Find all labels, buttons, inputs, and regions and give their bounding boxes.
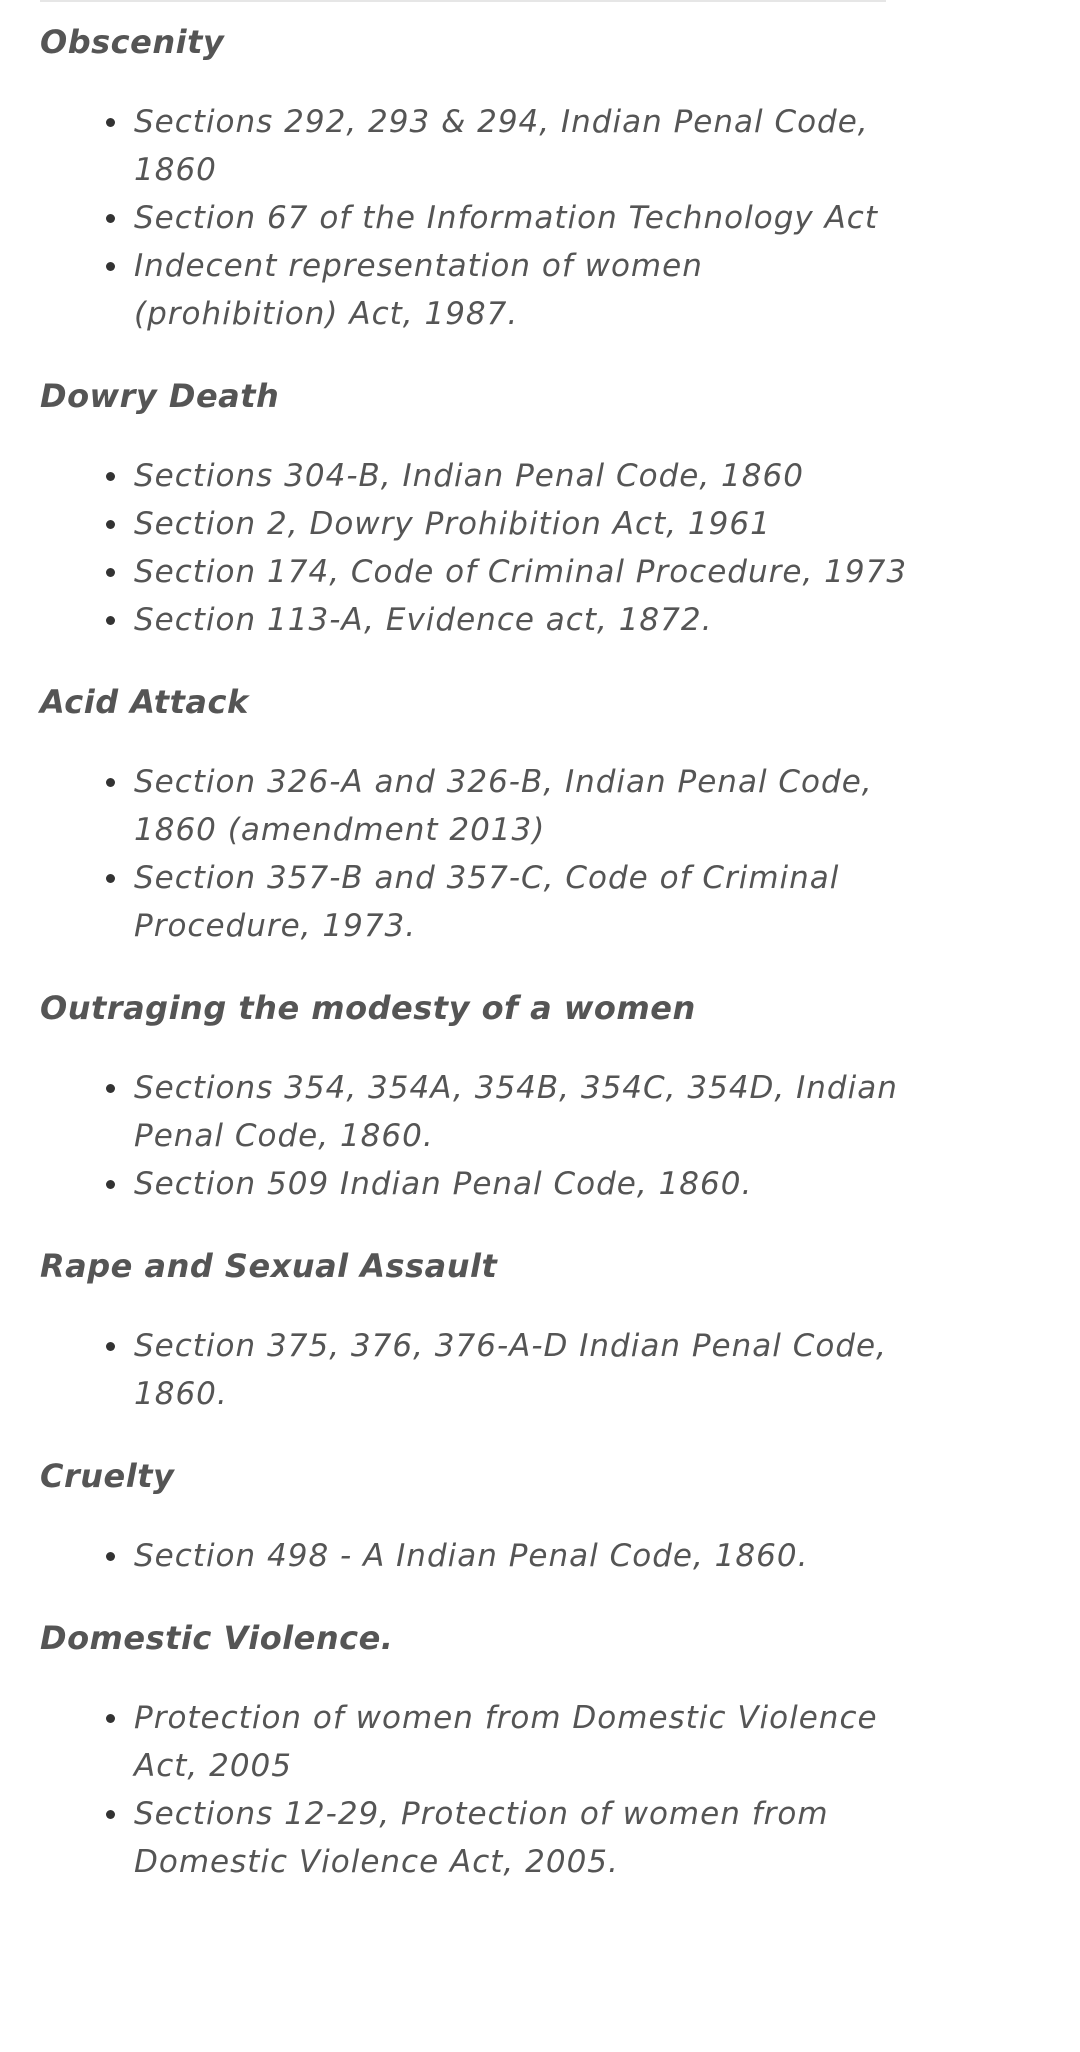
top-divider [40, 0, 886, 2]
section-heading: Dowry Death [40, 377, 280, 415]
section-heading: Cruelty [40, 1457, 175, 1495]
list-item: Section 509 Indian Penal Code, 1860. [106, 1160, 914, 1208]
law-list: Sections 292, 293 & 294, Indian Penal Co… [40, 98, 900, 338]
list-item: Sections 12-29, Protection of women from… [106, 1790, 914, 1886]
list-item: Section 498 - A Indian Penal Code, 1860. [106, 1532, 914, 1580]
list-item: Section 113-A, Evidence act, 1872. [106, 596, 914, 644]
section-heading: Outraging the modesty of a women [40, 989, 696, 1027]
list-item: Sections 354, 354A, 354B, 354C, 354D, In… [106, 1064, 914, 1160]
law-list: Section 498 - A Indian Penal Code, 1860. [40, 1532, 900, 1580]
list-item: Section 2, Dowry Prohibition Act, 1961 [106, 500, 914, 548]
law-list: Protection of women from Domestic Violen… [40, 1694, 900, 1886]
list-item: Section 174, Code of Criminal Procedure,… [106, 548, 914, 596]
list-item: Sections 292, 293 & 294, Indian Penal Co… [106, 98, 914, 194]
law-list: Section 375, 376, 376-A-D Indian Penal C… [40, 1322, 900, 1418]
section-cruelty: Cruelty Section 498 - A Indian Penal Cod… [40, 1454, 900, 1580]
law-list: Sections 304-B, Indian Penal Code, 1860 … [40, 452, 906, 644]
list-item: Section 357-B and 357-C, Code of Crimina… [106, 854, 914, 950]
law-list: Sections 354, 354A, 354B, 354C, 354D, In… [40, 1064, 900, 1208]
section-heading: Domestic Violence. [40, 1619, 394, 1657]
section-domestic-violence: Domestic Violence. Protection of women f… [40, 1616, 900, 1886]
section-acid-attack: Acid Attack Section 326-A and 326-B, Ind… [40, 680, 900, 950]
list-item: Protection of women from Domestic Violen… [106, 1694, 914, 1790]
section-dowry-death: Dowry Death Sections 304-B, Indian Penal… [40, 374, 906, 644]
section-heading: Rape and Sexual Assault [40, 1247, 498, 1285]
list-item: Sections 304-B, Indian Penal Code, 1860 [106, 452, 914, 500]
section-rape-sexual-assault: Rape and Sexual Assault Section 375, 376… [40, 1244, 900, 1418]
list-item: Section 326-A and 326-B, Indian Penal Co… [106, 758, 914, 854]
section-heading: Acid Attack [40, 683, 249, 721]
list-item: Section 375, 376, 376-A-D Indian Penal C… [106, 1322, 914, 1418]
section-heading: Obscenity [40, 23, 225, 61]
law-list: Section 326-A and 326-B, Indian Penal Co… [40, 758, 900, 950]
section-outraging-modesty: Outraging the modesty of a women Section… [40, 986, 900, 1208]
list-item: Section 67 of the Information Technology… [106, 194, 914, 242]
section-obscenity: Obscenity Sections 292, 293 & 294, India… [40, 20, 900, 338]
article-content: Obscenity Sections 292, 293 & 294, India… [40, 20, 906, 1922]
list-item: Indecent representation of women (prohib… [106, 242, 914, 338]
